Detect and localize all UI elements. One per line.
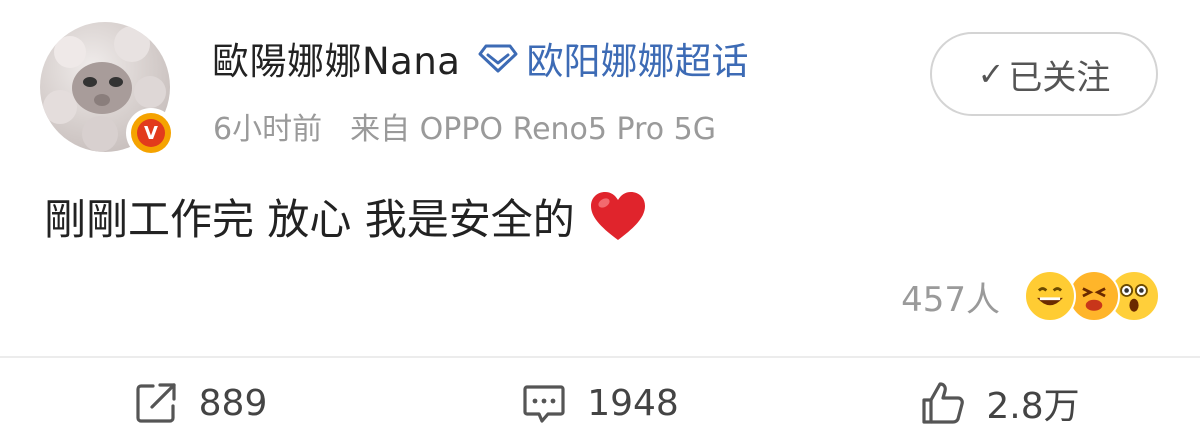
follow-label: 已关注 <box>1008 57 1111 98</box>
topic-label: 欧阳娜娜超话 <box>526 40 749 83</box>
like-icon <box>922 382 965 424</box>
comment-icon <box>523 385 565 423</box>
share-icon <box>136 383 176 423</box>
user-name[interactable]: 歐陽娜娜Nana <box>212 31 460 85</box>
check-icon: ✓ <box>977 55 1005 93</box>
share-button[interactable]: 889 <box>0 360 400 446</box>
like-count: 2.8万 <box>986 386 1080 427</box>
divider <box>0 356 1200 358</box>
name-row: 歐陽娜娜Nana 欧阳娜娜超话 <box>212 30 748 86</box>
weibo-post: V 歐陽娜娜Nana 欧阳娜娜超话 6小时前 来自 OPPO Reno5 Pro… <box>0 0 1200 446</box>
like-button[interactable]: 2.8万 <box>800 360 1200 446</box>
topic-link[interactable]: 欧阳娜娜超话 <box>478 31 748 85</box>
verified-v-badge: V <box>126 108 176 158</box>
comment-button[interactable]: 1948 <box>400 360 800 446</box>
share-count: 889 <box>198 382 268 424</box>
post-meta: 6小时前 来自 OPPO Reno5 Pro 5G <box>213 104 716 148</box>
follow-button[interactable]: ✓ 已关注 <box>930 32 1158 116</box>
action-bar: 889 1948 2.8万 <box>0 360 1200 446</box>
reactions[interactable]: 457人 <box>901 270 1160 322</box>
emoji-laugh-icon <box>1024 270 1076 322</box>
post-content: 剛剛工作完 放心 我是安全的 <box>44 186 647 247</box>
reaction-emojis <box>1024 270 1160 322</box>
diamond-icon <box>478 44 518 73</box>
reaction-count: 457人 <box>901 279 1000 320</box>
comment-count: 1948 <box>587 382 679 424</box>
post-time: 6小时前 <box>213 112 323 147</box>
post-source: 来自 OPPO Reno5 Pro 5G <box>350 112 716 147</box>
post-text: 剛剛工作完 放心 我是安全的 <box>44 195 575 244</box>
heart-icon <box>590 191 645 240</box>
